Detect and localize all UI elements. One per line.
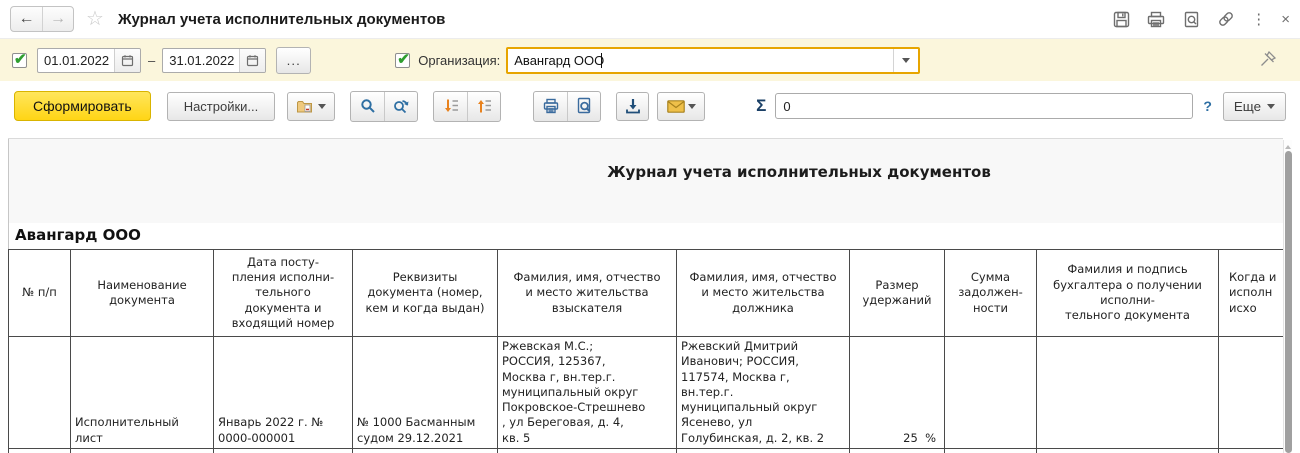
- cell-requisites: № 1000 Басманным судом 29.12.2021: [352, 336, 498, 449]
- chevron-down-icon: [902, 57, 911, 63]
- back-button[interactable]: ←: [11, 7, 42, 31]
- header-sent: Когда и исполн исхо: [1218, 249, 1283, 337]
- report-spreadsheet: Журнал учета исполнительных документов А…: [8, 138, 1283, 453]
- print-icon[interactable]: [534, 92, 567, 121]
- settings-button[interactable]: Настройки...: [166, 91, 276, 121]
- report-variants-button[interactable]: [287, 91, 336, 121]
- cell-doc-name: Исполнительный лист: [70, 336, 214, 449]
- pin-icon[interactable]: [1258, 49, 1278, 72]
- cell-debtor: Ржевский Дмитрий Иванович; РОССИЯ, 11757…: [676, 336, 850, 449]
- header-accountant: Фамилия и подпись бухгалтера о получении…: [1036, 249, 1219, 337]
- checkmark-icon: ✔: [14, 50, 27, 68]
- header-receipt: Дата посту- пления исполни- тельного док…: [213, 249, 353, 337]
- organization-dropdown-button[interactable]: [893, 48, 918, 72]
- titlebar: ← → ☆ Журнал учета исполнительных докуме…: [0, 0, 1300, 38]
- date-range-separator: –: [148, 52, 156, 68]
- search-next-icon[interactable]: [384, 91, 417, 121]
- date-to-field: [162, 47, 267, 73]
- header-requisites: Реквизиты документа (номер, кем и когда …: [352, 249, 498, 337]
- cell-accountant: [1036, 336, 1219, 449]
- save-report-icon[interactable]: [616, 91, 650, 121]
- chevron-down-icon: [318, 103, 327, 109]
- filter-bar: ✔ – ... ✔ Организация:: [0, 38, 1300, 81]
- date-to-input[interactable]: [163, 52, 240, 68]
- report-table: № п/п Наименование документа Дата посту-…: [8, 249, 1283, 453]
- date-from-field: [37, 47, 141, 73]
- link-icon[interactable]: [1216, 9, 1236, 29]
- titlebar-actions: ⋮ ×: [1111, 9, 1290, 29]
- sum-cluster: Σ ? Еще: [756, 91, 1286, 121]
- page-title: Журнал учета исполнительных документов: [117, 10, 446, 28]
- organization-input[interactable]: [508, 52, 894, 68]
- period-checkbox[interactable]: ✔: [12, 50, 27, 68]
- forward-button[interactable]: →: [42, 7, 73, 31]
- cell-debt: [944, 336, 1037, 449]
- envelope-icon: [666, 99, 685, 113]
- report-toolbar: Сформировать Настройки... Σ 0 ? Еще: [0, 81, 1300, 131]
- calendar-icon[interactable]: [114, 48, 140, 72]
- cell-receipt: Январь 2022 г. № 0000-000001: [213, 336, 353, 449]
- print-preview-icon[interactable]: [567, 91, 600, 121]
- collapse-groups-icon[interactable]: [467, 91, 500, 121]
- autosum-input[interactable]: [775, 93, 1194, 119]
- table-header-row: № п/п Наименование документа Дата посту-…: [8, 249, 1283, 337]
- cell-num: [8, 336, 71, 449]
- print-icon[interactable]: [1146, 9, 1166, 29]
- expand-groups-icon[interactable]: [434, 92, 467, 121]
- table-row-partial: [8, 447, 1283, 453]
- sigma-icon: Σ: [756, 96, 767, 115]
- folder-icon: [297, 100, 313, 112]
- report-organization: Авангард ООО: [8, 223, 1283, 249]
- calendar-icon[interactable]: [239, 48, 266, 72]
- preview-icon[interactable]: [1181, 9, 1201, 29]
- save-icon[interactable]: [1111, 9, 1131, 29]
- header-debtor: Фамилия, имя, отчество и место жительств…: [676, 249, 850, 337]
- scroll-up-arrow[interactable]: [1284, 140, 1292, 149]
- period-more-button[interactable]: ...: [276, 46, 312, 74]
- search-icon[interactable]: [351, 92, 384, 121]
- chevron-down-icon: [687, 103, 696, 109]
- report-header-band: Журнал учета исполнительных документов: [8, 139, 1283, 223]
- organization-label: Организация:: [418, 52, 501, 68]
- triangle-up-icon: [1285, 145, 1291, 149]
- more-menu-icon[interactable]: ⋮: [1251, 12, 1266, 27]
- nav-history-group: ← →: [10, 6, 74, 32]
- organization-checkbox[interactable]: ✔: [395, 50, 411, 68]
- cell-claimant: Ржевская М.С.; РОССИЯ, 125367, Москва г,…: [497, 336, 677, 449]
- chevron-down-icon: [1267, 103, 1275, 109]
- header-withhold: Размер удержаний: [849, 249, 945, 337]
- more-actions-button[interactable]: Еще: [1222, 91, 1286, 121]
- organization-combo: [506, 46, 921, 74]
- group-level-group: [433, 90, 502, 122]
- header-debt: Сумма задолжен- ности: [944, 249, 1037, 337]
- generate-button[interactable]: Сформировать: [14, 91, 151, 121]
- close-icon[interactable]: ×: [1281, 12, 1290, 27]
- table-row: Исполнительный лист Январь 2022 г. № 000…: [8, 336, 1283, 449]
- checkmark-icon: ✔: [397, 50, 410, 68]
- help-button[interactable]: ?: [1203, 98, 1212, 114]
- favorite-star-icon[interactable]: ☆: [86, 9, 104, 29]
- scrollbar-thumb[interactable]: [1285, 151, 1292, 453]
- search-group: [350, 90, 419, 122]
- more-actions-label: Еще: [1233, 98, 1261, 114]
- cell-withhold: 25 %: [849, 336, 945, 449]
- header-num: № п/п: [8, 249, 71, 337]
- app-window: ← → ☆ Журнал учета исполнительных докуме…: [0, 0, 1300, 453]
- report-title: Журнал учета исполнительных документов: [607, 163, 991, 181]
- date-from-input[interactable]: [38, 52, 114, 68]
- cell-sent: [1218, 336, 1283, 449]
- print-group: [533, 90, 602, 122]
- header-claimant: Фамилия, имя, отчество и место жительств…: [497, 249, 677, 337]
- header-doc-name: Наименование документа: [70, 249, 214, 337]
- text-cursor: [601, 52, 603, 68]
- send-email-button[interactable]: [657, 91, 706, 121]
- vertical-scrollbar[interactable]: [1283, 140, 1292, 453]
